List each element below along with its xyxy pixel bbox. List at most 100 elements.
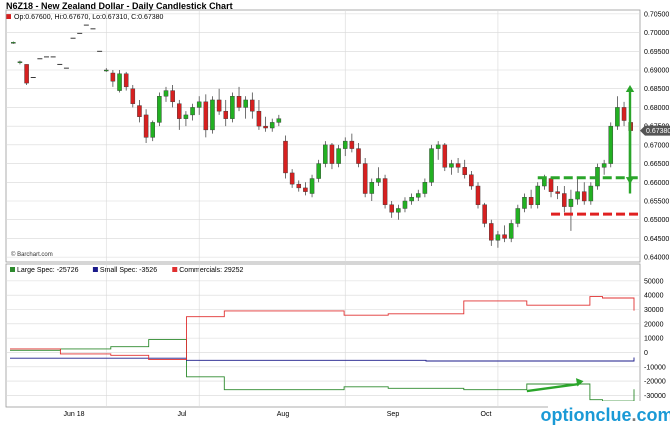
candle-body-up <box>157 96 162 123</box>
candle-body-up <box>535 185 541 205</box>
candle-body-up <box>409 197 414 202</box>
candle-body-down <box>24 64 29 84</box>
candle-body-down <box>489 223 494 241</box>
candle-body-up <box>449 163 454 168</box>
candle-body-down <box>216 99 222 112</box>
price-y-tick-label: 0.70000 <box>644 30 669 37</box>
cot-y-tick-label: -30000 <box>644 393 666 400</box>
candle-body-down <box>349 140 355 149</box>
candle-body-down <box>250 99 255 112</box>
cot-line-small-spec <box>10 357 635 362</box>
price-y-axis: 0.70500 0.70000 0.69500 0.69000 0.68500 0.680… <box>640 11 670 262</box>
candle-body-up <box>542 178 547 187</box>
candle-body-down <box>203 101 209 131</box>
candle-body-up <box>422 182 428 194</box>
candle-body-up <box>515 208 521 224</box>
price-y-tick-label: 0.66500 <box>644 161 669 168</box>
cot-y-tick-label: 20000 <box>644 321 664 328</box>
candle-body-up <box>316 163 321 179</box>
candle-body-down <box>329 144 335 164</box>
candle-body-up <box>376 178 381 183</box>
cot-series <box>10 296 635 402</box>
cot-line-commercials <box>10 296 635 361</box>
price-y-tick-label: 0.70500 <box>644 11 669 18</box>
candlestick-series <box>11 24 633 248</box>
candle-body-up <box>342 140 348 149</box>
candle-body-up <box>210 99 215 131</box>
cot-arrow-shaft <box>526 382 579 393</box>
candle-body-down <box>621 107 627 121</box>
last-price-label: 0.67380 <box>646 128 670 135</box>
candle-body-down <box>442 144 448 168</box>
cot-grid <box>6 264 640 407</box>
candle-body-down <box>143 114 149 138</box>
candle-body-down <box>296 183 302 189</box>
candle-body-down <box>283 140 288 174</box>
cot-line-large-spec <box>10 339 635 402</box>
chart-title: N6Z18 - New Zealand Dollar - Daily Candl… <box>6 1 233 11</box>
x-tick-label: Oct <box>481 411 492 418</box>
cot-y-tick-label: 0 <box>644 350 648 357</box>
price-y-tick-label: 0.64000 <box>644 255 669 262</box>
cot-panel-frame <box>5 263 641 408</box>
candle-body-down <box>389 204 394 213</box>
candle-body-down <box>482 204 487 224</box>
cot-legend: Large Spec: -25726 Small Spec: -3526 Comme… <box>10 267 244 274</box>
cot-legend-swatch <box>172 267 178 272</box>
x-tick-label: Jul <box>178 411 187 418</box>
candle-body-up <box>615 107 620 127</box>
candle-body-down <box>137 105 142 117</box>
candle-body-down <box>555 191 560 194</box>
price-panel: 0.70500 0.70000 0.69500 0.69000 0.68500 0.680… <box>5 9 670 263</box>
candle-body-up <box>269 122 275 129</box>
price-y-tick-label: 0.66000 <box>644 180 669 187</box>
candle-body-up <box>495 234 501 241</box>
candle-body-down <box>562 193 567 207</box>
cot-y-tick-label: 10000 <box>644 336 664 343</box>
price-y-tick-label: 0.68500 <box>644 86 669 93</box>
x-tick-label: Aug <box>277 411 290 418</box>
candle-body-up <box>415 193 421 198</box>
cot-legend-label: Large Spec: -25726 <box>17 267 79 274</box>
candle-body-up <box>588 185 594 202</box>
candle-body-up <box>276 118 282 123</box>
candle-body-up <box>429 148 434 183</box>
candle-body-down <box>236 96 242 108</box>
candle-body-down <box>223 110 229 119</box>
cot-legend-label: Small Spec: -3526 <box>100 267 157 274</box>
watermark-main: optionclue <box>540 404 632 425</box>
candle-body-up <box>230 96 235 119</box>
candle-body-up <box>17 61 23 63</box>
cot-y-tick-label: -10000 <box>644 364 666 371</box>
candle-body-up <box>522 197 527 209</box>
price-y-tick-label: 0.64500 <box>644 236 669 243</box>
cot-legend-swatch <box>10 267 15 272</box>
barchart-credit: © Barchart.com <box>11 251 53 258</box>
candle-body-up <box>309 178 315 194</box>
price-grid <box>6 10 640 262</box>
candle-body-down <box>263 125 268 129</box>
price-y-tick-label: 0.65000 <box>644 217 669 224</box>
arrow-down-head <box>625 177 635 185</box>
candle-body-up <box>336 148 341 164</box>
price-y-tick-label: 0.69500 <box>644 49 669 56</box>
candle-body-up <box>243 99 248 108</box>
candle-body-down <box>303 187 308 192</box>
cot-legend-swatch <box>92 267 98 272</box>
candle-body-up <box>435 144 441 149</box>
candle-body-down <box>110 72 116 82</box>
ohlc-color-swatch <box>6 14 11 19</box>
watermark-tld: com <box>636 404 670 425</box>
candle-body-down <box>256 110 262 127</box>
cot-panel: Large Spec: -25726 Small Spec: -3526 Comme… <box>5 263 666 408</box>
candle-body-up <box>190 107 195 116</box>
candle-body-up <box>150 122 155 138</box>
candle-body-down <box>362 163 368 194</box>
x-tick-label: Jun 18 <box>63 411 84 418</box>
chart-canvas: N6Z18 - New Zealand Dollar - Daily Candl… <box>5 1 670 418</box>
candle-body-up <box>103 69 109 72</box>
candle-body-up <box>575 191 580 200</box>
candle-body-down <box>382 178 388 205</box>
optionclue-watermark: optionclue. com <box>540 401 670 429</box>
candle-body-down <box>289 172 295 185</box>
